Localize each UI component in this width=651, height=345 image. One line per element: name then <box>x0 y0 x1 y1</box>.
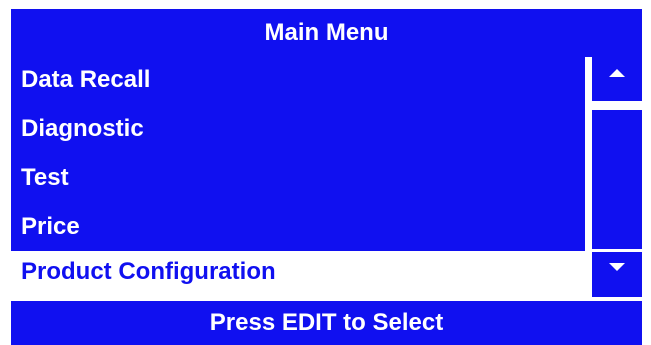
scrollbar-track[interactable] <box>592 110 642 249</box>
menu-item-selected-label: Product Configuration <box>21 258 276 285</box>
footer-hint: Press EDIT to Select <box>11 301 642 345</box>
page-title: Main Menu <box>11 9 642 57</box>
scroll-up-button[interactable] <box>592 57 642 101</box>
menu-item-data-recall[interactable]: Data Recall <box>21 55 150 104</box>
menu-item-test[interactable]: Test <box>21 153 69 202</box>
menu-item-product-configuration[interactable]: Product Configuration <box>11 251 585 299</box>
menu-item-price[interactable]: Price <box>21 202 80 251</box>
menu-item-diagnostic[interactable]: Diagnostic <box>21 104 144 153</box>
triangle-down-icon <box>609 263 625 271</box>
menu-list: Data Recall Diagnostic Test Price <box>11 55 585 251</box>
triangle-up-icon <box>609 69 625 77</box>
scroll-down-button[interactable] <box>592 252 642 297</box>
